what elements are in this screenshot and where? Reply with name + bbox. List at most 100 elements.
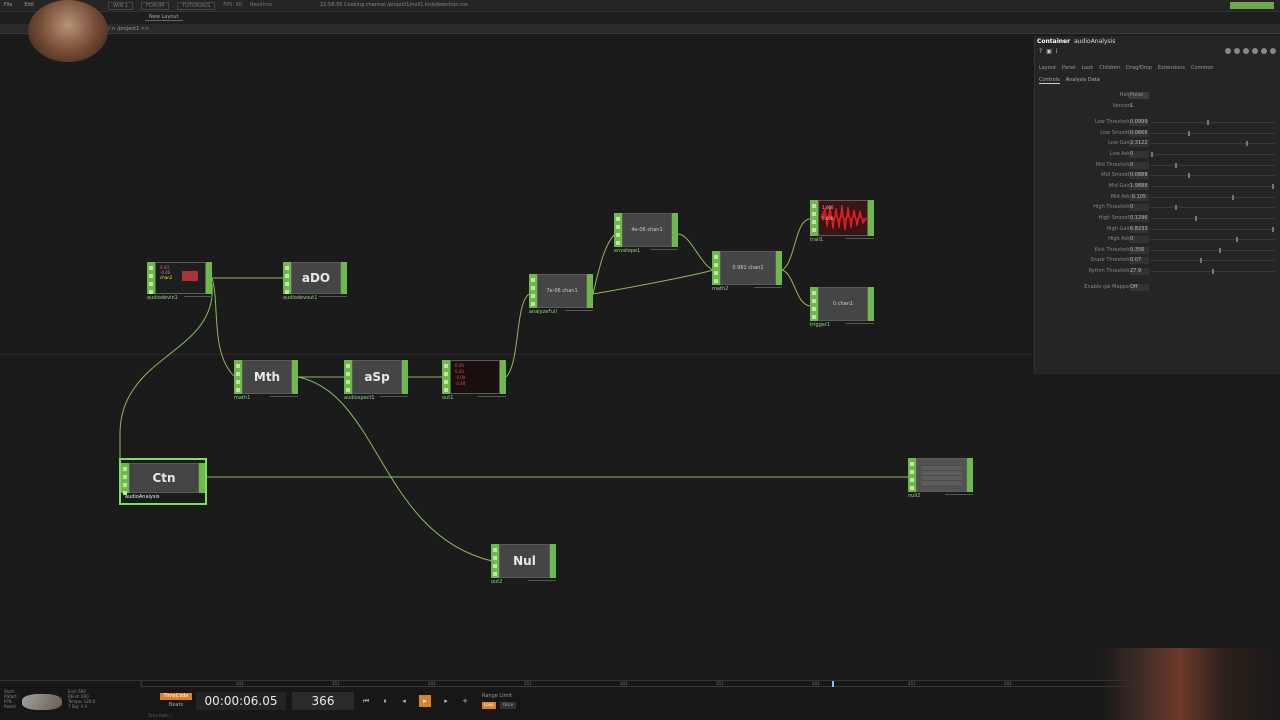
slider-handle[interactable] — [1187, 173, 1190, 179]
slider-handle[interactable] — [1187, 130, 1190, 136]
add-icon[interactable]: + — [459, 695, 471, 707]
slider-handle[interactable] — [1194, 215, 1197, 221]
trail-node[interactable]: 1.000 0.000 trail1 — [810, 200, 874, 243]
trigger-node[interactable]: 0 chan1 trigger1 — [810, 287, 874, 328]
audiodevin-node[interactable]: 0.43 -0.46 chan2 audiodevin1 — [147, 262, 212, 301]
tab-new-layout[interactable]: New Layout — [145, 14, 183, 21]
step-forward-icon[interactable]: ▸ — [440, 695, 452, 707]
menu-file[interactable]: File — [4, 2, 12, 8]
info-icon[interactable]: i — [1056, 48, 1058, 55]
realtime-toggle[interactable]: Realtime — [250, 2, 272, 10]
param-slider[interactable] — [1151, 205, 1275, 211]
slider-handle[interactable] — [1231, 194, 1234, 200]
audiospect-node[interactable]: aSp audiospect1 — [344, 360, 408, 401]
tab-children[interactable]: Children — [1099, 65, 1120, 71]
param-slider[interactable] — [1151, 120, 1275, 125]
param-slider[interactable] — [1151, 183, 1275, 189]
pulse-button[interactable]: Pulse — [1129, 92, 1149, 99]
slider-handle[interactable] — [1175, 162, 1178, 168]
forum-button[interactable]: FORUM — [140, 2, 170, 10]
param-value-field[interactable]: 0.0999 — [1129, 119, 1149, 126]
slider-handle[interactable] — [1236, 237, 1239, 243]
param-slider[interactable] — [1151, 215, 1275, 221]
win-button[interactable]: WIN 1 — [108, 2, 133, 10]
plus-icon[interactable] — [1261, 48, 1267, 54]
param-slider[interactable] — [1151, 194, 1275, 200]
frame-field[interactable]: 366 — [292, 692, 354, 710]
menu-edit[interactable]: Edit — [24, 2, 34, 8]
param-value-field[interactable]: 2.3122 — [1129, 140, 1149, 148]
param-slider[interactable] — [1151, 269, 1275, 275]
timecode-toggle[interactable]: TimeCode — [160, 693, 192, 700]
pencil-icon[interactable] — [1225, 48, 1231, 54]
breadcrumb[interactable]: / > /project1 >> — [108, 26, 149, 32]
param-value-field[interactable]: -0.105 — [1129, 193, 1149, 201]
play-icon[interactable]: ▸ — [419, 695, 431, 707]
brush-icon[interactable] — [1243, 48, 1249, 54]
param-value-field[interactable]: 0 — [1129, 161, 1149, 169]
tab-analysis-data[interactable]: Analysis Data — [1066, 77, 1100, 84]
once-button[interactable]: Once — [500, 702, 516, 709]
tab-dragdrop[interactable]: Drag/Drop — [1126, 65, 1152, 71]
param-value-field[interactable]: 0.1296 — [1129, 214, 1149, 222]
param-slider[interactable] — [1151, 162, 1275, 168]
link-icon[interactable] — [1234, 48, 1240, 54]
loop-button[interactable]: Loop — [482, 702, 496, 709]
param-slider[interactable] — [1151, 173, 1275, 179]
slider-handle[interactable] — [1212, 269, 1214, 275]
param-value-field[interactable]: 0 — [1129, 236, 1149, 244]
audiodevout-node[interactable]: aDO audiodevout1 — [283, 262, 347, 301]
param-slider[interactable] — [1151, 258, 1275, 264]
slider-handle[interactable] — [1151, 151, 1153, 157]
slider-handle[interactable] — [1246, 141, 1249, 147]
param-value-field[interactable]: 0.0888 — [1129, 172, 1149, 180]
tab-controls[interactable]: Controls — [1039, 77, 1060, 84]
help-icon[interactable]: ? — [1039, 48, 1042, 55]
palette-icon[interactable] — [1252, 48, 1258, 54]
slider-handle[interactable] — [1207, 120, 1210, 125]
null2-node[interactable]: null2 — [908, 458, 973, 499]
rewind-icon[interactable]: ⏮ — [360, 695, 372, 707]
tab-common[interactable]: Common — [1191, 65, 1214, 71]
param-slider[interactable] — [1151, 141, 1275, 147]
param-value-field[interactable]: 0 — [1129, 150, 1149, 158]
param-slider[interactable] — [1151, 226, 1275, 232]
tab-layout[interactable]: Layout — [1039, 65, 1056, 71]
tab-extensions[interactable]: Extensions — [1158, 65, 1185, 71]
container-node[interactable]: Ctn audioAnalysis — [119, 458, 207, 505]
param-slider[interactable] — [1151, 130, 1275, 136]
slider-handle[interactable] — [1219, 247, 1222, 253]
out1-node[interactable]: 0.40 0.20 -0.00 -0.40 out1 — [442, 360, 506, 401]
param-value-field[interactable]: 0.07 — [1129, 257, 1149, 265]
op-icon[interactable]: ▣ — [1046, 48, 1052, 55]
analyze-node[interactable]: 7e-06 chan1 analyzeFull — [529, 274, 593, 315]
null-out2-node[interactable]: Nul out2 — [491, 544, 556, 585]
param-value-field[interactable]: 0 — [1129, 204, 1149, 212]
envelope-node[interactable]: 4e-06 chan1 envelope1 — [614, 213, 678, 254]
param-value-field[interactable]: Off — [1129, 283, 1149, 291]
tab-panel[interactable]: Panel — [1062, 65, 1076, 71]
param-value-field[interactable]: 6.8233 — [1129, 225, 1149, 233]
param-value-field[interactable]: 0.356 — [1129, 246, 1149, 254]
param-slider[interactable] — [1151, 151, 1275, 157]
timecode-field[interactable]: 00:00:06.05 — [196, 692, 286, 710]
gear-icon[interactable] — [1270, 48, 1276, 54]
param-slider[interactable] — [1151, 247, 1275, 253]
pause-icon[interactable]: ⏸ — [379, 695, 391, 707]
step-back-icon[interactable]: ◂ — [398, 695, 410, 707]
param-value-field[interactable]: 1.9888 — [1129, 182, 1149, 190]
playhead[interactable] — [832, 681, 834, 687]
slider-handle[interactable] — [1199, 258, 1202, 264]
beats-toggle[interactable]: Beats — [160, 702, 192, 709]
math1-node[interactable]: Mth math1 — [234, 360, 298, 401]
slider-handle[interactable] — [1271, 226, 1274, 232]
tutorials-button[interactable]: TUTORIALS — [177, 2, 216, 10]
layout-indicator[interactable] — [1230, 2, 1274, 9]
tab-look[interactable]: Look — [1082, 65, 1094, 71]
param-value-field[interactable]: 27.9 — [1129, 268, 1149, 276]
math2-node[interactable]: 0.981 chan1 math2 — [712, 251, 782, 292]
slider-handle[interactable] — [1175, 205, 1178, 211]
param-value-field[interactable]: 0.0666 — [1129, 129, 1149, 137]
slider-handle[interactable] — [1271, 183, 1274, 189]
param-slider[interactable] — [1151, 237, 1275, 243]
